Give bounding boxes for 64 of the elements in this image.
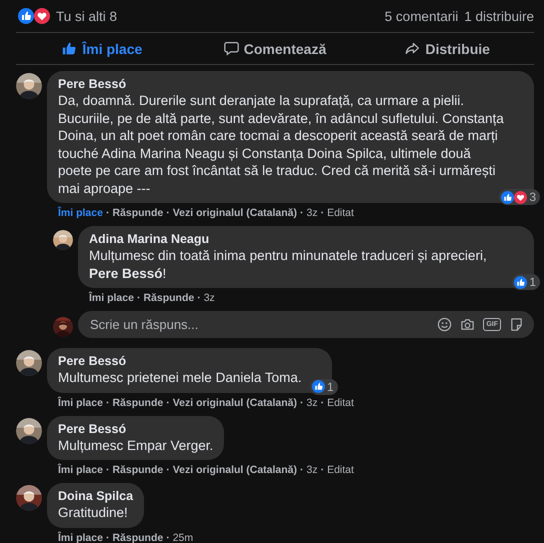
like-link[interactable]: Îmi place — [58, 464, 103, 477]
separator-dot: · — [300, 207, 304, 220]
separator-dot: · — [197, 292, 201, 305]
separator-dot: · — [166, 207, 170, 220]
like-link[interactable]: Îmi place — [89, 292, 134, 305]
separator-dot: · — [166, 396, 170, 410]
thumbs-up-icon — [62, 41, 78, 56]
action-link[interactable]: Vezi originalul (Catalană) — [172, 464, 297, 477]
speech-bubble-icon — [224, 41, 239, 56]
action-link[interactable]: Vezi originalul (Catalană) — [172, 396, 297, 410]
separator-dot: · — [106, 396, 110, 410]
reaction-badge[interactable]: 3 — [499, 189, 540, 205]
comment-text: Mulțumesc din toată inima pentru minunatele traduceri și aprecieri, Pere Bessó! — [89, 247, 488, 282]
action-link[interactable]: Vezi originalul (Catalană) — [172, 207, 297, 220]
emoji-icon[interactable] — [437, 317, 452, 332]
comment-meta: 3z — [306, 207, 318, 220]
action-link[interactable]: Răspunde — [143, 292, 194, 305]
separator-dot: · — [166, 532, 170, 543]
reactions-summary[interactable]: Tu si alti 8 — [56, 8, 118, 24]
separator-dot: · — [106, 464, 110, 477]
comment-meta: Editat — [327, 464, 354, 477]
comment-meta: 25m — [172, 532, 194, 543]
action-link[interactable]: Răspunde — [112, 464, 164, 477]
action-link[interactable]: Răspunde — [112, 532, 164, 543]
separator-dot: · — [106, 207, 110, 220]
separator-dot: · — [320, 464, 324, 477]
author-name[interactable]: Doina Spilca — [58, 488, 134, 504]
comment-text: Mulțumesc Empar Verger. — [58, 436, 214, 454]
like-button[interactable]: Îmi place — [16, 33, 189, 64]
comment-text: Gratitudine! — [58, 504, 129, 522]
comment-meta: Editat — [327, 396, 354, 410]
like-link[interactable]: Îmi place — [58, 207, 103, 220]
comment-meta: 3z — [306, 396, 318, 410]
reaction-badge[interactable]: 1 — [512, 274, 540, 290]
separator-dot: · — [106, 532, 110, 543]
action-link[interactable]: Răspunde — [112, 207, 164, 220]
separator-dot: · — [136, 292, 140, 305]
shares-count[interactable]: 1 distribuire — [464, 8, 534, 24]
action-link[interactable]: Răspunde — [112, 396, 164, 410]
separator-dot: · — [300, 464, 304, 477]
comment-text: Multumesc prietenei mele Daniela Toma. — [58, 369, 302, 386]
author-name[interactable]: Pere Bessó — [58, 76, 504, 92]
like-link[interactable]: Îmi place — [58, 532, 103, 543]
comment-button[interactable]: Comentează — [188, 33, 362, 64]
sticker-icon[interactable] — [509, 317, 524, 332]
author-name[interactable]: Pere Bessó — [58, 420, 214, 436]
separator-dot: · — [300, 396, 304, 410]
separator-dot: · — [320, 207, 324, 220]
author-name[interactable]: Adina Marina Neagu — [89, 231, 504, 247]
comment-meta: Editat — [327, 207, 354, 220]
comment-meta: 3z — [306, 464, 318, 477]
separator-dot: · — [320, 396, 324, 410]
share-arrow-icon — [405, 41, 420, 56]
reaction-count: 1 — [326, 380, 334, 394]
reaction-badge[interactable]: 1 — [310, 378, 338, 394]
author-name[interactable]: Pere Bessó — [58, 353, 302, 369]
reaction-count: 3 — [529, 190, 536, 204]
share-button[interactable]: Distribuie — [361, 33, 534, 64]
separator-dot: · — [166, 464, 170, 477]
comments-count[interactable]: 5 comentarii — [384, 8, 458, 24]
camera-icon[interactable] — [460, 317, 476, 332]
reaction-count: 1 — [529, 275, 536, 289]
like-link[interactable]: Îmi place — [58, 396, 103, 410]
comment-meta: 3z — [204, 292, 215, 305]
